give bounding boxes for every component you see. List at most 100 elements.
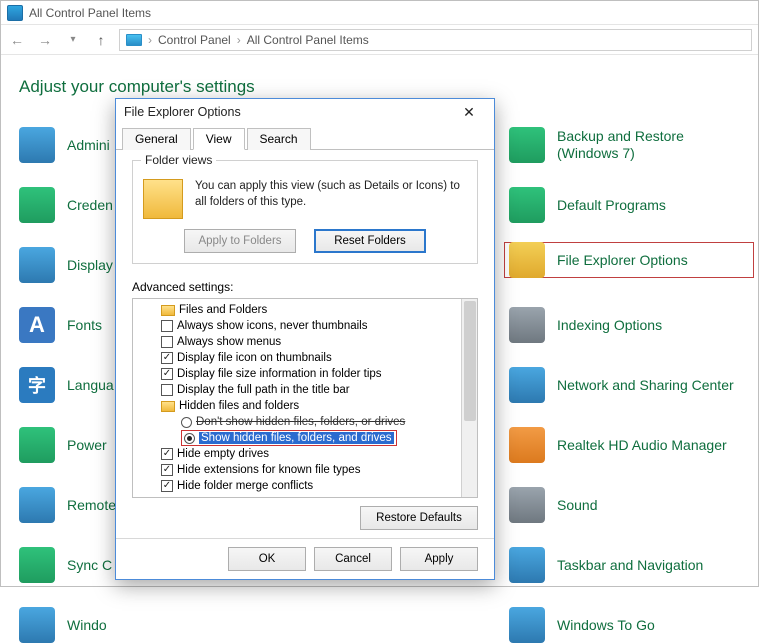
checkbox[interactable]: [161, 384, 173, 396]
breadcrumb-item[interactable]: Control Panel: [158, 33, 231, 47]
cp-item-sound[interactable]: Sound: [509, 487, 749, 523]
tree-item-label: Hide extensions for known file types: [177, 464, 360, 476]
cp-item-indexing-options[interactable]: Indexing Options: [509, 307, 749, 343]
tree-row[interactable]: Hidden files and folders: [137, 398, 477, 414]
cp-item-label: Sync C: [67, 557, 112, 574]
dialog-tabs: General View Search: [116, 125, 494, 150]
checkbox[interactable]: ✓: [161, 464, 173, 476]
cp-item-network-sharing[interactable]: Network and Sharing Center: [509, 367, 749, 403]
checkbox[interactable]: ✓: [161, 352, 173, 364]
tree-row[interactable]: ✓ Hide folder merge conflicts: [137, 478, 477, 494]
chevron-right-icon: ›: [148, 33, 152, 47]
cp-item-label: Langua: [67, 377, 114, 394]
nav-bar: ← → ▾ ↑ › Control Panel › All Control Pa…: [1, 25, 758, 55]
folder-views-icon: [143, 179, 183, 219]
cp-item-label: Fonts: [67, 317, 102, 334]
cp-item-label: File Explorer Options: [557, 252, 688, 269]
checkbox[interactable]: [161, 336, 173, 348]
tree-row[interactable]: Display the full path in the title bar: [137, 382, 477, 398]
tree-row[interactable]: ✓ Display file size information in folder…: [137, 366, 477, 382]
tree-item-label: Always show menus: [177, 336, 281, 348]
nav-forward-icon[interactable]: →: [35, 30, 55, 50]
cp-item-label: Windows To Go: [557, 617, 655, 634]
cancel-button[interactable]: Cancel: [314, 547, 392, 571]
tab-view[interactable]: View: [193, 128, 245, 150]
power-options-icon: [19, 427, 55, 463]
cp-item-windows-item[interactable]: Windo: [19, 607, 269, 643]
tree-item-label: Show hidden files, folders, and drives: [199, 432, 394, 444]
fonts-icon: [19, 307, 55, 343]
tree-scrollbar[interactable]: [461, 299, 477, 497]
reset-folders-button[interactable]: Reset Folders: [314, 229, 426, 253]
apply-button[interactable]: Apply: [400, 547, 478, 571]
radio[interactable]: [184, 433, 195, 444]
cp-item-label: Display: [67, 257, 113, 274]
checkbox[interactable]: ✓: [161, 480, 173, 492]
cp-item-label: Taskbar and Navigation: [557, 557, 703, 574]
checkbox[interactable]: ✓: [161, 368, 173, 380]
dialog-footer: OK Cancel Apply: [116, 538, 494, 579]
backup-restore-icon: [509, 127, 545, 163]
cp-item-label: Indexing Options: [557, 317, 662, 334]
sound-icon: [509, 487, 545, 523]
cp-item-default-programs[interactable]: Default Programs: [509, 187, 749, 223]
tree-row[interactable]: Always show icons, never thumbnails: [137, 318, 477, 334]
remoteapp-icon: [19, 487, 55, 523]
folder-views-group: Folder views You can apply this view (su…: [132, 160, 478, 264]
cp-item-file-explorer-options[interactable]: File Explorer Options: [504, 242, 754, 278]
tree-item-label: Hide folder merge conflicts: [177, 480, 313, 492]
cp-item-label: Realtek HD Audio Manager: [557, 437, 727, 454]
tree-item-label: Display the full path in the title bar: [177, 384, 350, 396]
cp-item-realtek-audio[interactable]: Realtek HD Audio Manager: [509, 427, 749, 463]
tree-row[interactable]: ✓Display file icon on thumbnails: [137, 350, 477, 366]
network-sharing-icon: [509, 367, 545, 403]
tree-scroll-thumb[interactable]: [464, 301, 476, 421]
realtek-audio-icon: [509, 427, 545, 463]
tree-row[interactable]: Don't show hidden files, folders, or dri…: [137, 414, 477, 430]
cp-item-taskbar-nav[interactable]: Taskbar and Navigation: [509, 547, 749, 583]
tab-general[interactable]: General: [122, 128, 191, 150]
cp-item-backup-restore[interactable]: Backup and Restore (Windows 7): [509, 127, 749, 163]
taskbar-nav-icon: [509, 547, 545, 583]
advanced-settings-tree[interactable]: Files and Folders Always show icons, neve…: [132, 298, 478, 498]
tree-root-label: Files and Folders: [179, 304, 267, 316]
breadcrumb[interactable]: › Control Panel › All Control Panel Item…: [119, 29, 752, 51]
display-icon: [19, 247, 55, 283]
tree-row[interactable]: Always show menus: [137, 334, 477, 350]
apply-to-folders-button[interactable]: Apply to Folders: [184, 229, 296, 253]
tree-row[interactable]: ✓ Hide extensions for known file types: [137, 462, 477, 478]
close-button[interactable]: ✕: [452, 102, 486, 122]
folder-icon: [161, 305, 175, 316]
cp-item-windows-to-go[interactable]: Windows To Go: [509, 607, 749, 643]
nav-up-icon[interactable]: ↑: [91, 30, 111, 50]
tree-row[interactable]: Files and Folders: [137, 302, 477, 318]
tree-item-label: Hide empty drives: [177, 448, 269, 460]
restore-defaults-button[interactable]: Restore Defaults: [360, 506, 478, 530]
tab-search[interactable]: Search: [247, 128, 311, 150]
nav-back-icon[interactable]: ←: [7, 30, 27, 50]
radio[interactable]: [181, 417, 192, 428]
cp-item-label: Backup and Restore (Windows 7): [557, 128, 749, 162]
folder-views-text: You can apply this view (such as Details…: [195, 179, 467, 210]
checkbox[interactable]: [161, 320, 173, 332]
dialog-titlebar: File Explorer Options ✕: [116, 99, 494, 125]
tree-row[interactable]: Show hidden files, folders, and drives: [137, 430, 477, 446]
tree-row[interactable]: ✓ Hide empty drives: [137, 446, 477, 462]
cp-item-label: Admini: [67, 137, 110, 154]
breadcrumb-item[interactable]: All Control Panel Items: [247, 33, 369, 47]
windows-to-go-icon: [509, 607, 545, 643]
cp-item-label: Default Programs: [557, 197, 666, 214]
nav-recent-icon[interactable]: ▾: [63, 30, 83, 50]
indexing-options-icon: [509, 307, 545, 343]
cp-item-label: Windo: [67, 617, 107, 634]
window-title: All Control Panel Items: [29, 6, 151, 20]
sync-center-icon: [19, 547, 55, 583]
breadcrumb-icon: [126, 34, 142, 46]
file-explorer-options-dialog: File Explorer Options ✕ General View Sea…: [115, 98, 495, 580]
cp-item-label: Sound: [557, 497, 597, 514]
folder-views-legend: Folder views: [141, 153, 216, 167]
ok-button[interactable]: OK: [228, 547, 306, 571]
tree-item-label: Display file size information in folder …: [177, 368, 382, 380]
checkbox[interactable]: ✓: [161, 448, 173, 460]
window-titlebar: All Control Panel Items: [1, 1, 758, 25]
